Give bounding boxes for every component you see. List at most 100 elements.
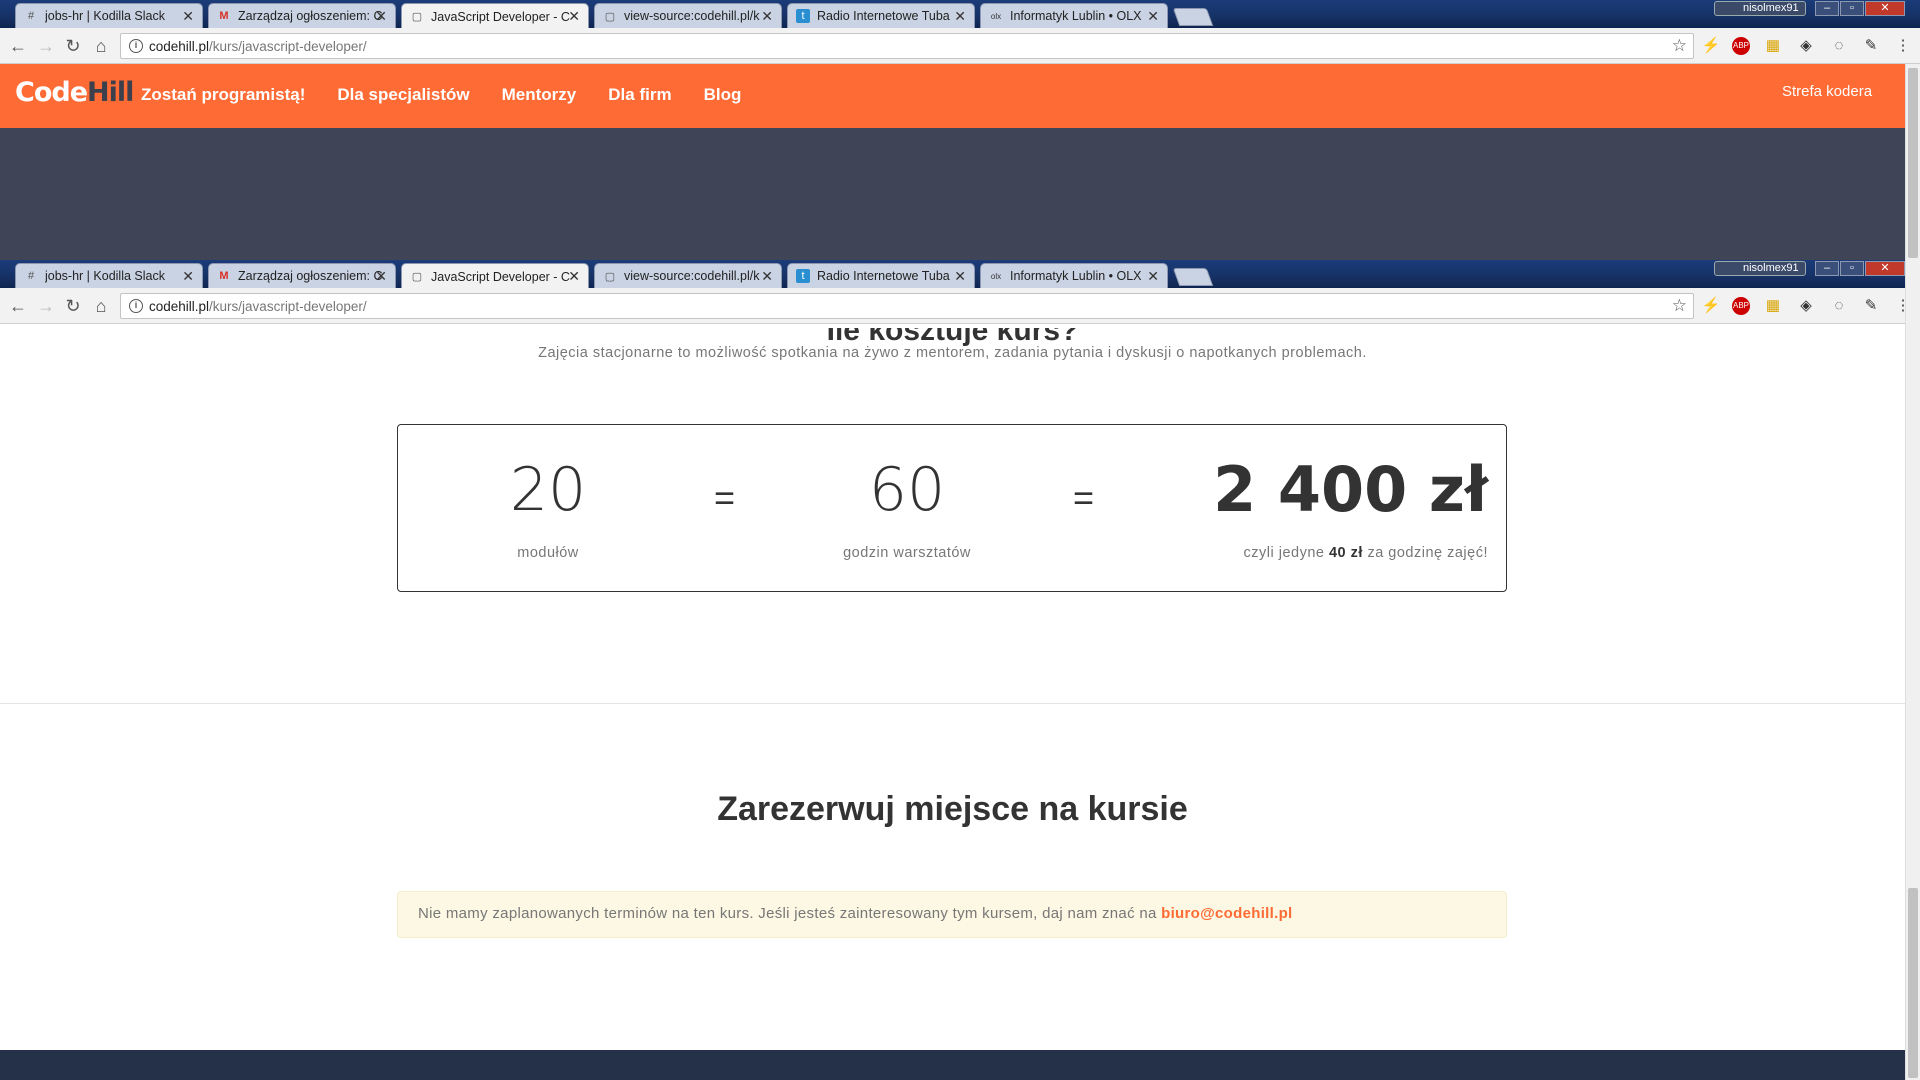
url-path: /kurs/javascript-developer/ (209, 39, 367, 54)
tab-title: JavaScript Developer - C (431, 269, 570, 284)
tuba-icon: t (796, 269, 810, 283)
home-icon[interactable]: ⌂ (91, 36, 111, 56)
address-bar[interactable]: i codehill.pl/kurs/javascript-developer/… (120, 293, 1694, 319)
close-icon[interactable]: ✕ (182, 8, 194, 25)
bolt-extension-icon[interactable]: ⚡ (1700, 35, 1722, 57)
tab-javascript-developer[interactable]: ▢ JavaScript Developer - C ✕ (401, 263, 589, 289)
nav-dla-firm[interactable]: Dla firm (608, 85, 671, 105)
scrollbar-thumb-top[interactable] (1908, 68, 1918, 258)
main-nav: Zostań programistą! Dla specjalistów Men… (141, 85, 773, 105)
close-icon[interactable]: ✕ (568, 8, 580, 25)
equals-sign: = (714, 477, 736, 518)
close-icon[interactable]: ✕ (182, 268, 194, 285)
tab-title: jobs-hr | Kodilla Slack (45, 9, 165, 23)
tab-gmail[interactable]: M Zarządzaj ogłoszeniem: C ✕ (208, 3, 396, 28)
close-icon[interactable]: ✕ (761, 8, 773, 25)
email-link[interactable]: biuro@codehill.pl (1161, 905, 1292, 922)
codehill-logo[interactable]: CodeHill (15, 77, 134, 108)
footer (0, 1050, 1905, 1080)
slack-icon: # (27, 270, 35, 282)
adblock-icon[interactable]: ABP (1732, 297, 1750, 315)
modules-label: modułów (517, 545, 579, 561)
adblock-icon[interactable]: ABP (1732, 37, 1750, 55)
scrollbar-thumb[interactable] (1908, 888, 1918, 1078)
tab-slack[interactable]: # jobs-hr | Kodilla Slack ✕ (15, 263, 203, 288)
home-icon[interactable]: ⌂ (91, 296, 111, 316)
tab-title: jobs-hr | Kodilla Slack (45, 269, 165, 283)
grid-extension-icon[interactable]: ▦ (1762, 295, 1784, 317)
forward-icon[interactable]: → (36, 36, 56, 56)
nav-blog[interactable]: Blog (704, 85, 742, 105)
tab-radio-tuba[interactable]: t Radio Internetowe Tuba ✕ (787, 3, 975, 28)
profile-button[interactable]: nisolmex91 (1714, 1, 1806, 16)
profile-button[interactable]: nisolmex91 (1714, 261, 1806, 276)
tab-view-source[interactable]: ▢ view-source:codehill.pl/k ✕ (594, 263, 782, 288)
close-icon[interactable]: ✕ (1147, 268, 1159, 285)
close-icon[interactable]: ✕ (375, 8, 387, 25)
hours-label: godzin warsztatów (843, 545, 971, 561)
tab-radio-tuba[interactable]: t Radio Internetowe Tuba ✕ (787, 263, 975, 288)
logo-hill: Hill (87, 77, 134, 108)
price-label-pre: czyli jedyne (1243, 545, 1325, 561)
close-icon[interactable]: ✕ (375, 268, 387, 285)
forward-icon[interactable]: → (36, 296, 56, 316)
bookmark-star-icon[interactable]: ☆ (1672, 36, 1687, 56)
tab-view-source[interactable]: ▢ view-source:codehill.pl/k ✕ (594, 3, 782, 28)
grid-extension-icon[interactable]: ▦ (1762, 35, 1784, 57)
nav-mentorzy[interactable]: Mentorzy (502, 85, 577, 105)
badge-extension-icon[interactable]: ◌ (1828, 295, 1850, 317)
close-icon[interactable]: ✕ (568, 268, 580, 285)
window-close-icon[interactable]: ✕ (1865, 261, 1905, 276)
reload-icon[interactable]: ↻ (63, 36, 83, 56)
maximize-icon[interactable]: ▫ (1840, 261, 1864, 276)
picker-extension-icon[interactable]: ✎ (1860, 295, 1882, 317)
strefa-kodera-link[interactable]: Strefa kodera (1782, 83, 1872, 100)
url-text: codehill.pl/kurs/javascript-developer/ (149, 39, 367, 54)
nav-dla-specjalistow[interactable]: Dla specjalistów (337, 85, 469, 105)
nav-zostan-programista[interactable]: Zostań programistą! (141, 85, 305, 105)
close-icon[interactable]: ✕ (761, 268, 773, 285)
tab-olx[interactable]: olx Informatyk Lublin • OLX ✕ (980, 263, 1168, 288)
gmail-icon: M (219, 10, 229, 22)
minimize-icon[interactable]: – (1815, 261, 1839, 276)
close-icon[interactable]: ✕ (954, 268, 966, 285)
basket-extension-icon[interactable]: ◈ (1795, 295, 1817, 317)
close-icon[interactable]: ✕ (954, 8, 966, 25)
tuba-icon: t (796, 9, 810, 23)
info-icon[interactable]: i (129, 39, 143, 53)
badge-extension-icon[interactable]: ◌ (1828, 35, 1850, 57)
close-icon[interactable]: ✕ (1147, 8, 1159, 25)
page-content: Ile kosztuje kurs? Zajęcia stacjonarne t… (0, 328, 1905, 1080)
tab-slack[interactable]: # jobs-hr | Kodilla Slack ✕ (15, 3, 203, 28)
slack-icon: # (27, 10, 35, 22)
window-close-icon[interactable]: ✕ (1865, 1, 1905, 16)
tab-title: view-source:codehill.pl/k (624, 269, 760, 283)
bolt-extension-icon[interactable]: ⚡ (1700, 295, 1722, 317)
picker-extension-icon[interactable]: ✎ (1860, 35, 1882, 57)
no-dates-alert: Nie mamy zaplanowanych terminów na ten k… (397, 891, 1507, 938)
tab-strip: # jobs-hr | Kodilla Slack ✕ M Zarządzaj … (0, 0, 1920, 29)
bookmark-star-icon[interactable]: ☆ (1672, 296, 1687, 316)
price-label: czyli jedyne 40 zł za godzinę zajęć! (1188, 545, 1488, 561)
minimize-icon[interactable]: – (1815, 1, 1839, 16)
modules-value: 20 (509, 455, 587, 525)
address-bar[interactable]: i codehill.pl/kurs/javascript-developer/… (120, 33, 1694, 59)
tab-javascript-developer[interactable]: ▢ JavaScript Developer - C ✕ (401, 3, 589, 29)
hours-value: 60 (868, 455, 946, 525)
basket-extension-icon[interactable]: ◈ (1795, 35, 1817, 57)
menu-icon[interactable]: ⋮ (1892, 35, 1914, 57)
info-icon[interactable]: i (129, 299, 143, 313)
url-path: /kurs/javascript-developer/ (209, 299, 367, 314)
new-tab-button[interactable] (1172, 8, 1214, 26)
maximize-icon[interactable]: ▫ (1840, 1, 1864, 16)
new-tab-button[interactable] (1172, 268, 1214, 286)
tab-title: view-source:codehill.pl/k (624, 9, 760, 23)
reload-icon[interactable]: ↻ (63, 296, 83, 316)
url-domain: codehill.pl (149, 39, 210, 54)
page-icon: ▢ (411, 11, 423, 23)
reserve-title: Zarezerwuj miejsce na kursie (717, 790, 1188, 828)
back-icon[interactable]: ← (8, 296, 28, 316)
tab-olx[interactable]: olx Informatyk Lublin • OLX ✕ (980, 3, 1168, 28)
back-icon[interactable]: ← (8, 36, 28, 56)
tab-gmail[interactable]: M Zarządzaj ogłoszeniem: C ✕ (208, 263, 396, 288)
